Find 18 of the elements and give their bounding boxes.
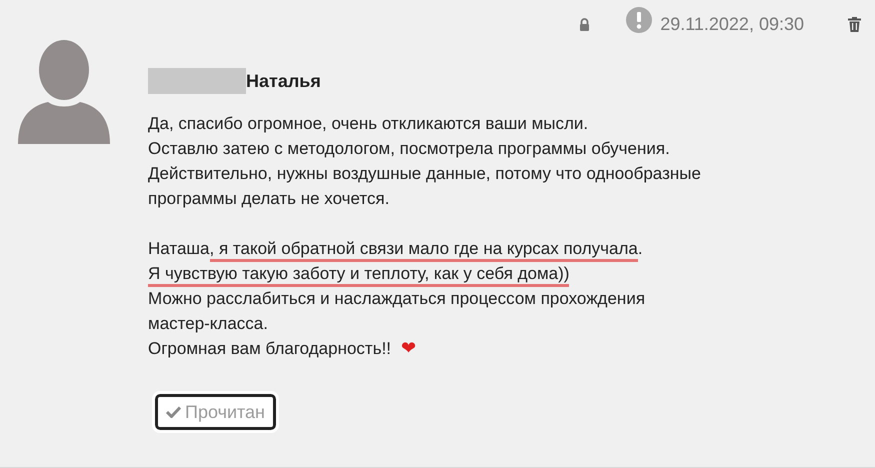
lock-icon <box>579 18 590 30</box>
message-line: Можно расслабиться и наслаждаться процессом прохождения <box>148 288 646 310</box>
read-button[interactable]: Прочитан <box>155 394 276 430</box>
message-line: Оставлю затею с методологом, посмотрела программы обучения. <box>148 138 670 160</box>
message-line: Огромная вам благодарность!! <box>148 338 392 360</box>
author-name: Наталья <box>246 70 321 92</box>
message-line: Да, спасибо огромное, очень откликаются ваши мысли. <box>148 113 588 135</box>
avatar-icon <box>18 40 110 144</box>
message-line: Наташа, я такой обратной связи мало где на курсах получала. <box>148 236 643 261</box>
message-line: мастер-класса. <box>148 313 268 335</box>
check-icon <box>166 406 181 418</box>
warning-icon <box>626 7 652 33</box>
message-line: Я чувствую такую заботу и теплоту, как у себя дома)) <box>148 261 570 286</box>
timestamp: 29.11.2022, 09:30 <box>660 12 804 36</box>
message-line: Действительно, нужны воздушные данные, потому что однообразные <box>148 163 701 185</box>
trash-icon[interactable] <box>848 16 861 32</box>
message-line: программы делать не хочется. <box>148 188 390 210</box>
heart-emoji: ❤ <box>401 337 416 361</box>
